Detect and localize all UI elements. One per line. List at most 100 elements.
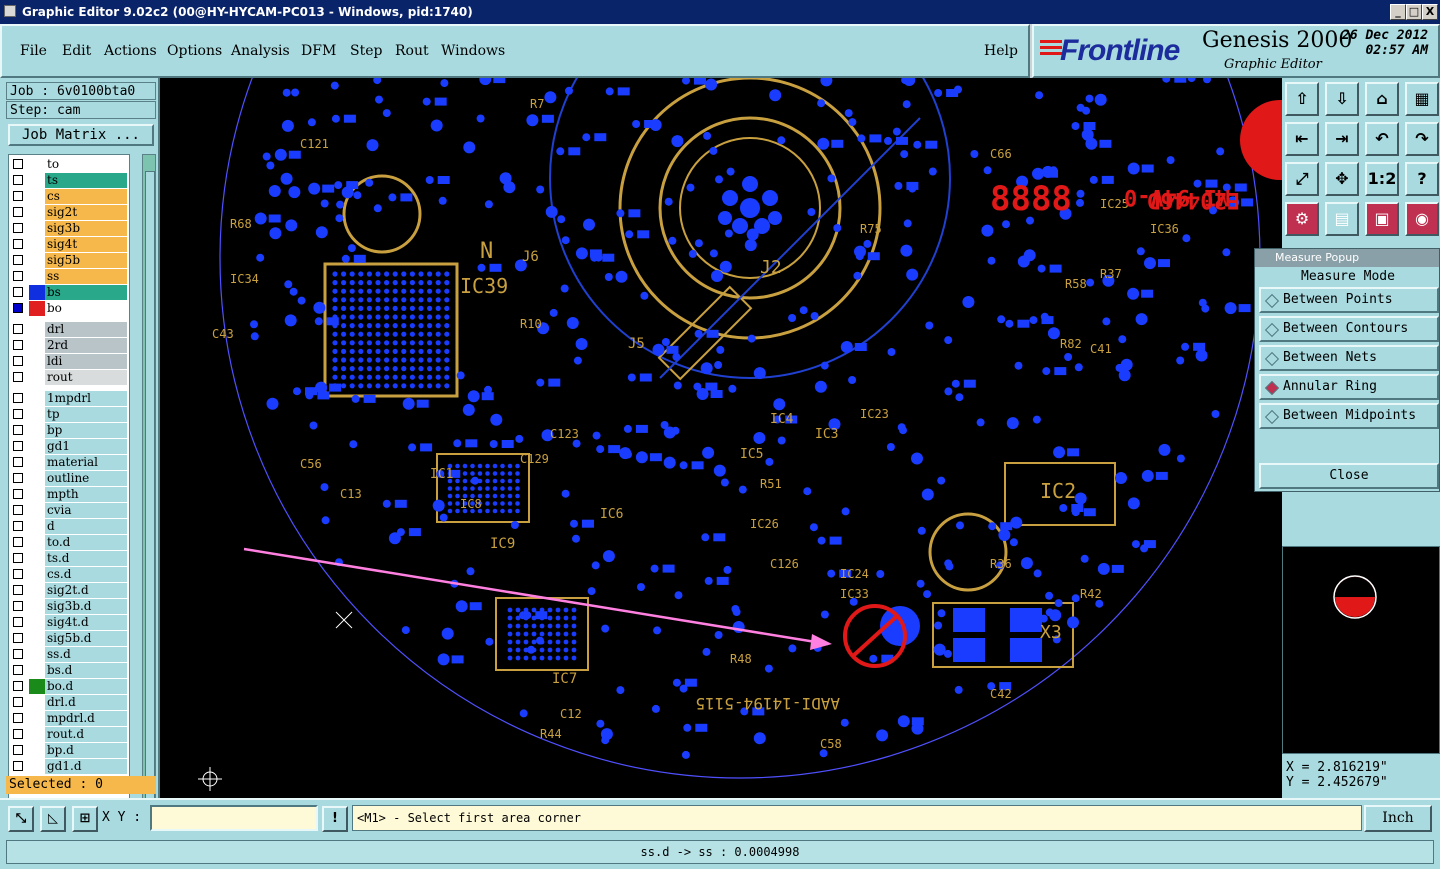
- layer-row-gd1[interactable]: gd1: [9, 439, 129, 454]
- layer-row-bp[interactable]: bp: [9, 423, 129, 438]
- layer-row-bo-d[interactable]: bo.d: [9, 679, 129, 694]
- layer-checkbox[interactable]: [13, 223, 23, 233]
- layer-color-swatch[interactable]: [29, 439, 45, 454]
- layout-icon[interactable]: ▦: [1405, 82, 1439, 116]
- save-icon[interactable]: ⇩: [1325, 82, 1359, 116]
- layer-row-cvia[interactable]: cvia: [9, 503, 129, 518]
- layer-row-drl[interactable]: drl: [9, 322, 129, 337]
- layer-checkbox[interactable]: [13, 255, 23, 265]
- option-annular-ring[interactable]: Annular Ring: [1259, 374, 1439, 400]
- layer-checkbox[interactable]: [13, 697, 23, 707]
- layer-color-swatch[interactable]: [29, 301, 45, 316]
- layer-row-to-d[interactable]: to.d: [9, 535, 129, 550]
- layer-row-mpdrl-d[interactable]: mpdrl.d: [9, 711, 129, 726]
- layer-row-ts-d[interactable]: ts.d: [9, 551, 129, 566]
- layer-row-2rd[interactable]: 2rd: [9, 338, 129, 353]
- layer-row-bs-d[interactable]: bs.d: [9, 663, 129, 678]
- menu-rout[interactable]: Rout: [395, 43, 429, 59]
- layer-color-swatch[interactable]: [29, 567, 45, 582]
- layer-checkbox[interactable]: [13, 425, 23, 435]
- layer-checkbox[interactable]: [13, 745, 23, 755]
- option-between-points[interactable]: Between Points: [1259, 287, 1439, 313]
- layer-name[interactable]: sig3b.d: [45, 599, 127, 614]
- layer-name[interactable]: ldi: [45, 354, 127, 369]
- option-between-nets[interactable]: Between Nets: [1259, 345, 1439, 371]
- layer-color-swatch[interactable]: [29, 173, 45, 188]
- layer-color-swatch[interactable]: [29, 354, 45, 369]
- layer-color-swatch[interactable]: [29, 370, 45, 385]
- layer-color-swatch[interactable]: [29, 338, 45, 353]
- xy-input[interactable]: [150, 805, 318, 831]
- layer-name[interactable]: d: [45, 519, 127, 534]
- layer-color-swatch[interactable]: [29, 391, 45, 406]
- layer-color-swatch[interactable]: [29, 285, 45, 300]
- layer-color-swatch[interactable]: [29, 237, 45, 252]
- layer-name[interactable]: sig4t: [45, 237, 127, 252]
- layer-row-bp-d[interactable]: bp.d: [9, 743, 129, 758]
- layer-checkbox[interactable]: [13, 324, 23, 334]
- layer-color-swatch[interactable]: [29, 423, 45, 438]
- snap-icon[interactable]: ▣: [1365, 202, 1399, 236]
- menu-windows[interactable]: Windows: [441, 43, 505, 59]
- layer-row-material[interactable]: material: [9, 455, 129, 470]
- layer-name[interactable]: mpth: [45, 487, 127, 502]
- layer-row-gd1-d[interactable]: gd1.d: [9, 759, 129, 774]
- pcb-view[interactable]: IC39 J2 IC2 J6 J5 IC9 IC7 IC3 IC1 IC4 IC5 IC6 IC8 IC2…: [160, 78, 1282, 798]
- layer-color-swatch[interactable]: [29, 615, 45, 630]
- layer-name[interactable]: to: [45, 157, 127, 172]
- zoom-fit-icon[interactable]: ⤢: [1285, 162, 1319, 196]
- layer-checkbox[interactable]: [13, 356, 23, 366]
- layer-checkbox[interactable]: [13, 761, 23, 771]
- layer-color-swatch[interactable]: [29, 695, 45, 710]
- layer-checkbox[interactable]: [13, 729, 23, 739]
- layer-color-swatch[interactable]: [29, 407, 45, 422]
- layer-name[interactable]: bs.d: [45, 663, 127, 678]
- layer-row-sig2t-d[interactable]: sig2t.d: [9, 583, 129, 598]
- menu-actions[interactable]: Actions: [104, 43, 157, 59]
- layer-name[interactable]: sig5b: [45, 253, 127, 268]
- job-matrix-button[interactable]: Job Matrix ...: [8, 124, 154, 146]
- layer-color-swatch[interactable]: [29, 631, 45, 646]
- option-between-contours[interactable]: Between Contours: [1259, 316, 1439, 342]
- layer-name[interactable]: 1mpdrl: [45, 391, 127, 406]
- layer-name[interactable]: rout: [45, 370, 127, 385]
- layer-name[interactable]: bs: [45, 285, 127, 300]
- close-button[interactable]: Close: [1259, 463, 1439, 489]
- menu-options[interactable]: Options: [167, 43, 222, 59]
- layer-name[interactable]: sig4t.d: [45, 615, 127, 630]
- layer-row-cs-d[interactable]: cs.d: [9, 567, 129, 582]
- layer-color-swatch[interactable]: [29, 599, 45, 614]
- layer-name[interactable]: bp.d: [45, 743, 127, 758]
- layer-color-swatch[interactable]: [29, 583, 45, 598]
- layer-color-swatch[interactable]: [29, 471, 45, 486]
- layer-checkbox[interactable]: [13, 489, 23, 499]
- layer-name[interactable]: gd1.d: [45, 759, 127, 774]
- menu-help[interactable]: Help: [984, 43, 1018, 59]
- layer-name[interactable]: cs.d: [45, 567, 127, 582]
- layer-checkbox[interactable]: [13, 175, 23, 185]
- layer-color-swatch[interactable]: [29, 157, 45, 172]
- layer-name[interactable]: sig2t.d: [45, 583, 127, 598]
- layer-name[interactable]: ss: [45, 269, 127, 284]
- layer-name[interactable]: tp: [45, 407, 127, 422]
- layer-name[interactable]: bo: [45, 301, 127, 316]
- layer-row-bo[interactable]: bo: [9, 301, 129, 316]
- redo-icon[interactable]: ↷: [1405, 122, 1439, 156]
- info-icon[interactable]: !: [322, 806, 348, 832]
- layer-name[interactable]: ts.d: [45, 551, 127, 566]
- layer-row-rout[interactable]: rout: [9, 370, 129, 385]
- layer-checkbox[interactable]: [13, 681, 23, 691]
- layer-checkbox[interactable]: [13, 665, 23, 675]
- move-left-icon[interactable]: ⇤: [1285, 122, 1319, 156]
- layer-name[interactable]: to.d: [45, 535, 127, 550]
- layer-checkbox[interactable]: [13, 271, 23, 281]
- layer-color-swatch[interactable]: [29, 519, 45, 534]
- layer-checkbox[interactable]: [13, 553, 23, 563]
- maximize-button[interactable]: □: [1406, 4, 1422, 20]
- layer-row-ldi[interactable]: ldi: [9, 354, 129, 369]
- layer-row-ts[interactable]: ts: [9, 173, 129, 188]
- layer-color-swatch[interactable]: [29, 663, 45, 678]
- layer-name[interactable]: ss.d: [45, 647, 127, 662]
- layer-checkbox[interactable]: [13, 505, 23, 515]
- layer-row-rout-d[interactable]: rout.d: [9, 727, 129, 742]
